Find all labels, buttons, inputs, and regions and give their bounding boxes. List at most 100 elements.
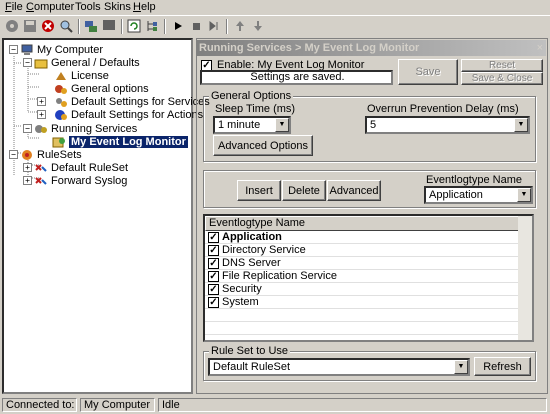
eventlogtype-list: Eventlogtype Name ✓ Application ✓ Director… <box>203 214 534 342</box>
menu-skins[interactable]: Skins <box>104 1 131 13</box>
save-button[interactable]: Save <box>398 59 458 85</box>
tree-item-default-actions[interactable]: Default Settings for Actions <box>54 108 203 121</box>
refresh-icon[interactable] <box>126 18 142 34</box>
toolbar <box>0 15 550 37</box>
advanced-options-button[interactable]: Advanced Options <box>213 135 313 156</box>
license-icon <box>54 70 68 82</box>
search-icon[interactable] <box>58 18 74 34</box>
status-bar: Connected to: My Computer Idle <box>0 396 550 414</box>
refresh-button[interactable]: Refresh <box>474 357 531 376</box>
services-icon <box>54 96 68 108</box>
configuration-tree: − My Computer − General / Defaults Licen… <box>2 38 210 394</box>
checkmark-icon[interactable]: ✓ <box>208 257 219 269</box>
event-log-icon <box>52 136 66 148</box>
advanced-button[interactable]: Advanced <box>327 180 381 201</box>
sleep-time-select[interactable]: 1 minute ▼ <box>213 116 291 134</box>
tree-expand-toggle[interactable]: + <box>37 97 46 106</box>
menu-tools[interactable]: Tools <box>75 1 101 13</box>
options-icon <box>54 83 68 95</box>
folder-icon <box>34 57 48 69</box>
tree-item-running-services[interactable]: Running Services <box>34 122 137 135</box>
checkmark-icon[interactable]: ✓ <box>208 283 219 295</box>
arrow-down-icon[interactable] <box>250 18 266 34</box>
tree-item-forward-syslog[interactable]: Forward Syslog <box>34 174 127 187</box>
list-item[interactable]: ✓ File Replication Service <box>205 270 521 283</box>
chevron-down-icon: ▼ <box>514 118 528 132</box>
tree-collapse-toggle[interactable]: − <box>9 45 18 54</box>
computer-icon <box>20 44 34 56</box>
menu-computer[interactable]: Computer <box>26 1 74 13</box>
sleep-time-label: Sleep Time (ms) <box>215 103 296 115</box>
list-item[interactable]: ✓ System <box>205 296 521 309</box>
list-item[interactable]: ✓ Application <box>205 231 521 244</box>
stop-icon[interactable] <box>40 18 56 34</box>
tree-collapse-toggle[interactable]: − <box>23 58 32 67</box>
status-field: Settings are saved. <box>200 70 393 85</box>
tree-item-default-services[interactable]: Default Settings for Services <box>54 95 210 108</box>
list-column-header[interactable]: Eventlogtype Name <box>205 216 521 231</box>
list-item[interactable]: ✓ Directory Service <box>205 244 521 257</box>
chevron-down-icon: ▼ <box>454 360 468 374</box>
toolbar-separator <box>226 19 228 34</box>
toolbar-separator <box>121 19 123 34</box>
menu-file[interactable]: File <box>5 1 23 13</box>
checkmark-icon[interactable]: ✓ <box>208 231 219 243</box>
monitor-icon[interactable] <box>101 18 117 34</box>
panel-title-bar: Running Services > My Event Log Monitor … <box>197 40 546 56</box>
status-computer: My Computer <box>80 398 155 412</box>
overrun-delay-select[interactable]: 5 ▼ <box>365 116 530 134</box>
checkmark-icon[interactable]: ✓ <box>208 244 219 256</box>
tree-icon[interactable] <box>144 18 160 34</box>
tree-item-rulesets[interactable]: RuleSets <box>20 148 82 161</box>
tree-collapse-toggle[interactable]: − <box>9 150 18 159</box>
tree-item-general-options[interactable]: General options <box>54 82 149 95</box>
tree-item-event-log-monitor[interactable]: My Event Log Monitor <box>52 135 188 148</box>
checkmark-icon[interactable]: ✓ <box>208 270 219 282</box>
tree-item-default-ruleset[interactable]: Default RuleSet <box>34 161 128 174</box>
tree-item-my-computer[interactable]: My Computer <box>20 43 103 56</box>
tree-expand-toggle[interactable]: + <box>23 163 32 172</box>
eventlogtype-select[interactable]: Application ▼ <box>424 186 533 204</box>
tree-item-license[interactable]: License <box>54 69 109 82</box>
play-icon[interactable] <box>170 18 186 34</box>
list-item[interactable]: ✓ Security <box>205 283 521 296</box>
save-close-button[interactable]: Save & Close <box>461 72 543 85</box>
running-services-icon <box>34 123 48 135</box>
ruleset-icon <box>34 175 48 187</box>
tree-item-general-defaults[interactable]: General / Defaults <box>34 56 140 69</box>
toolbar-separator <box>78 19 80 34</box>
stop-square-icon[interactable] <box>188 18 204 34</box>
tree-collapse-toggle[interactable]: − <box>23 124 32 133</box>
menu-help[interactable]: Help <box>133 1 156 13</box>
save-icon[interactable] <box>22 18 38 34</box>
overrun-delay-label: Overrun Prevention Delay (ms) <box>367 103 519 115</box>
rulesets-icon <box>20 149 34 161</box>
tree-expand-toggle[interactable]: + <box>37 110 46 119</box>
settings-icon[interactable] <box>4 18 20 34</box>
list-scrollbar[interactable] <box>518 216 532 340</box>
ruleset-icon <box>34 162 48 174</box>
pause-icon[interactable] <box>206 18 222 34</box>
list-item-empty <box>205 309 521 322</box>
arrow-up-icon[interactable] <box>232 18 248 34</box>
close-icon[interactable]: × <box>537 40 543 56</box>
status-state: Idle <box>158 398 547 412</box>
eventlogtype-label: Eventlogtype Name <box>426 174 522 186</box>
reset-button[interactable]: Reset <box>461 59 543 72</box>
list-item-empty <box>205 322 521 335</box>
delete-button[interactable]: Delete <box>282 180 326 201</box>
tree-expand-toggle[interactable]: + <box>23 176 32 185</box>
general-options-label: General Options <box>209 90 294 102</box>
actions-icon <box>54 109 68 121</box>
checkmark-icon[interactable]: ✓ <box>208 296 219 308</box>
menu-bar: File Computer Tools Skins Help <box>0 0 550 15</box>
chevron-down-icon: ▼ <box>275 118 289 132</box>
ruleset-label: Rule Set to Use <box>209 345 291 357</box>
chevron-down-icon: ▼ <box>517 188 531 202</box>
checkmark-icon: ✓ <box>201 59 212 71</box>
ruleset-select[interactable]: Default RuleSet ▼ <box>208 358 470 376</box>
insert-button[interactable]: Insert <box>237 180 281 201</box>
list-item[interactable]: ✓ DNS Server <box>205 257 521 270</box>
network-icon[interactable] <box>83 18 99 34</box>
status-connected-label: Connected to: <box>2 398 77 412</box>
